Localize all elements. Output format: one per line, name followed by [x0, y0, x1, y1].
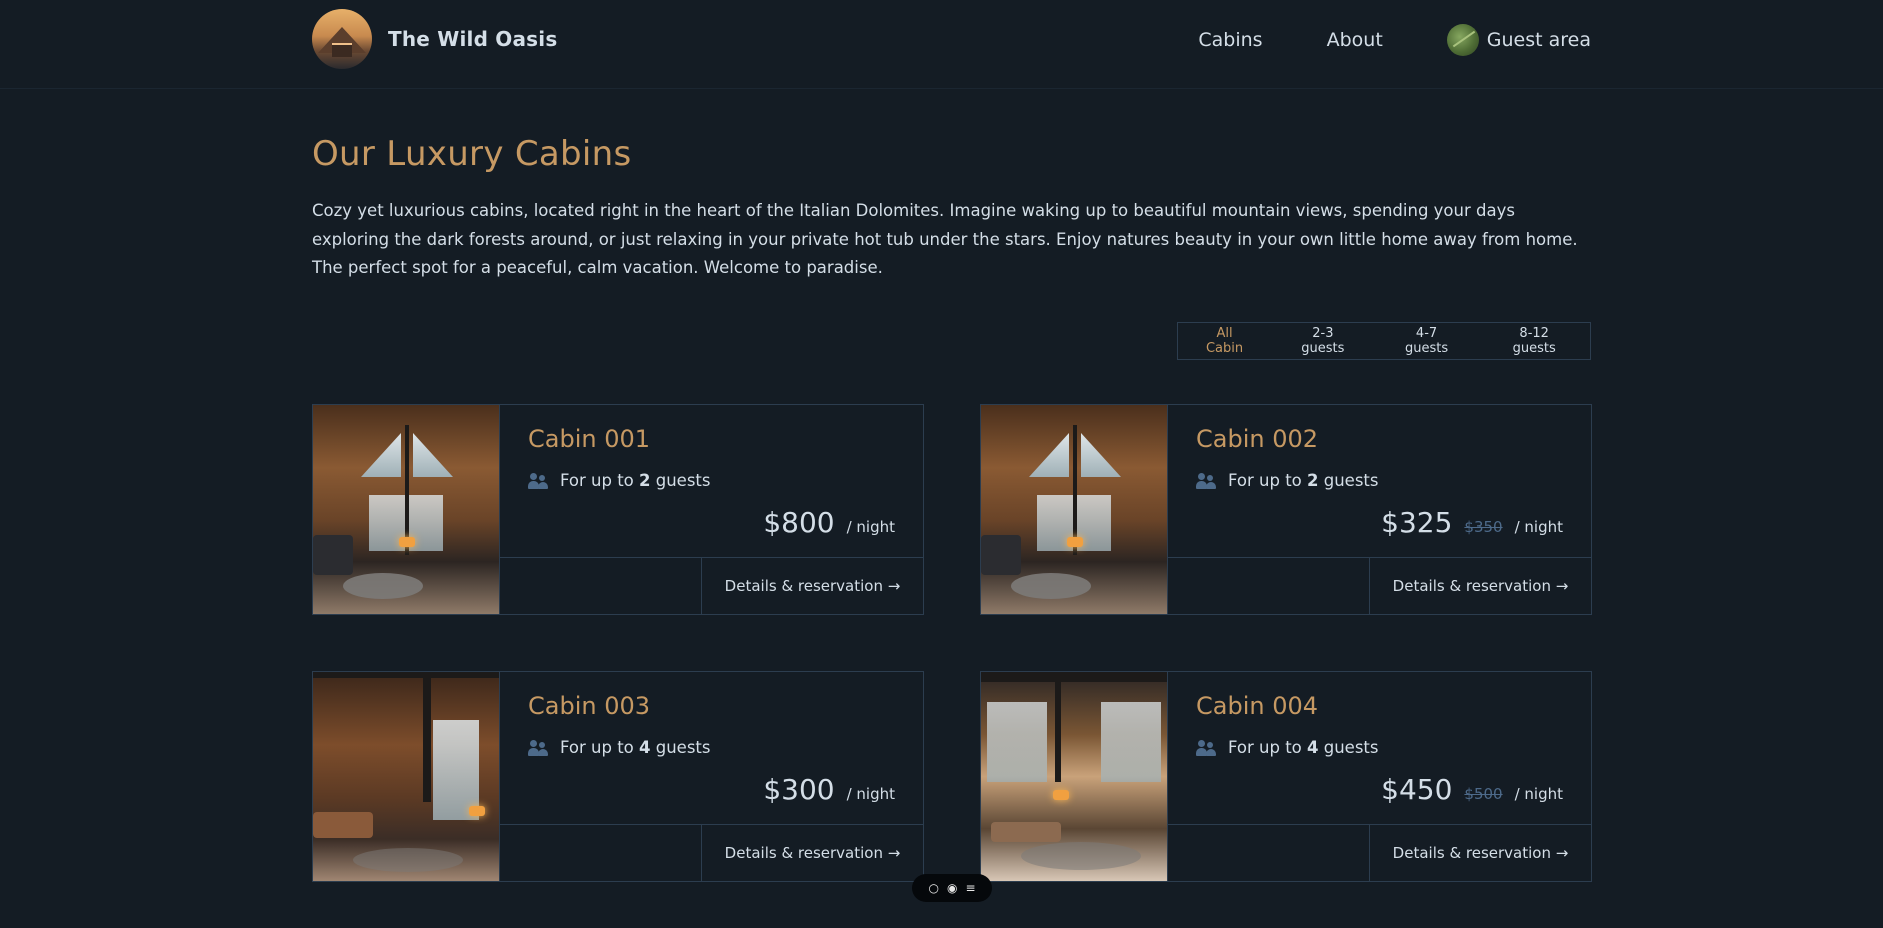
capacity-count: 2 — [1307, 471, 1319, 490]
sliders-icon[interactable]: ≡ — [965, 881, 975, 895]
capacity-suffix: guests — [1318, 738, 1379, 757]
cabin-capacity: For up to 2 guests — [1196, 471, 1379, 490]
users-icon — [1196, 739, 1216, 756]
capacity-count: 4 — [1307, 738, 1319, 757]
filter-4-7-button[interactable]: 4-7 guests — [1375, 323, 1479, 359]
original-price: $500 — [1464, 785, 1503, 803]
page-intro: Cozy yet luxurious cabins, located right… — [312, 201, 1578, 277]
details-reservation-link[interactable]: Details & reservation → — [1369, 558, 1591, 614]
cabin-capacity: For up to 4 guests — [1196, 738, 1379, 757]
nav-cabins-link[interactable]: Cabins — [1198, 29, 1262, 51]
cabin-name: Cabin 001 — [528, 425, 651, 453]
guest-area-label: Guest area — [1486, 29, 1591, 51]
cabin-price: $300 / night — [763, 773, 895, 806]
price-value: $325 — [1381, 506, 1453, 539]
per-night-label: / night — [846, 518, 895, 536]
cabin-name: Cabin 003 — [528, 692, 651, 720]
users-icon — [1196, 472, 1216, 489]
users-icon — [528, 472, 548, 489]
details-reservation-link[interactable]: Details & reservation → — [701, 558, 923, 614]
cabin-image — [981, 672, 1168, 881]
per-night-label: / night — [1514, 518, 1563, 536]
nav-about-link[interactable]: About — [1327, 29, 1383, 51]
capacity-prefix: For up to — [560, 471, 640, 490]
floating-toolbar: ○ ◉ ≡ — [912, 874, 992, 902]
cabin-image — [981, 405, 1168, 614]
capacity-count: 4 — [639, 738, 651, 757]
site-header: The Wild Oasis Cabins About Guest area — [0, 0, 1883, 89]
capacity-suffix: guests — [650, 471, 711, 490]
filter-all-button[interactable]: All Cabin — [1178, 323, 1271, 359]
per-night-label: / night — [846, 785, 895, 803]
filter-2-3-button[interactable]: 2-3 guests — [1271, 323, 1375, 359]
logo-icon — [312, 9, 372, 69]
logo-link[interactable]: The Wild Oasis — [312, 9, 557, 69]
cabin-card: Cabin 001 For up to 2 guests $800 / nigh… — [312, 404, 924, 615]
cabin-card: Cabin 002 For up to 2 guests $325 $350 /… — [980, 404, 1592, 615]
cabin-price: $325 $350 / night — [1381, 506, 1563, 539]
cabin-name: Cabin 004 — [1196, 692, 1319, 720]
logo-text: The Wild Oasis — [388, 27, 558, 51]
comment-icon[interactable]: ○ — [928, 881, 938, 895]
capacity-count: 2 — [639, 471, 651, 490]
guest-area-link[interactable]: Guest area — [1446, 24, 1591, 56]
cabin-price: $800 / night — [763, 506, 895, 539]
details-reservation-link[interactable]: Details & reservation → — [701, 825, 923, 881]
main-nav: Cabins About Guest area — [1198, 24, 1591, 56]
capacity-prefix: For up to — [1228, 471, 1308, 490]
cabin-name: Cabin 002 — [1196, 425, 1319, 453]
capacity-prefix: For up to — [1228, 738, 1308, 757]
users-icon — [528, 739, 548, 756]
cabin-card: Cabin 004 For up to 4 guests $450 $500 /… — [980, 671, 1592, 882]
per-night-label: / night — [1514, 785, 1563, 803]
cabin-image — [313, 405, 500, 614]
price-value: $800 — [763, 506, 835, 539]
price-value: $300 — [763, 773, 835, 806]
page-title: Our Luxury Cabins — [312, 134, 632, 174]
cabin-capacity: For up to 4 guests — [528, 738, 711, 757]
capacity-suffix: guests — [1318, 471, 1379, 490]
cabin-price: $450 $500 / night — [1381, 773, 1563, 806]
cabin-capacity: For up to 2 guests — [528, 471, 711, 490]
price-value: $450 — [1381, 773, 1453, 806]
cabin-image — [313, 672, 500, 881]
details-reservation-link[interactable]: Details & reservation → — [1369, 825, 1591, 881]
original-price: $350 — [1464, 518, 1503, 536]
capacity-prefix: For up to — [560, 738, 640, 757]
eye-icon[interactable]: ◉ — [947, 881, 957, 895]
capacity-suffix: guests — [650, 738, 711, 757]
filter-8-12-button[interactable]: 8-12 guests — [1478, 323, 1590, 359]
avatar — [1446, 24, 1479, 56]
guest-filter: All Cabin 2-3 guests 4-7 guests 8-12 gue… — [1177, 322, 1591, 360]
cabin-card: Cabin 003 For up to 4 guests $300 / nigh… — [312, 671, 924, 882]
